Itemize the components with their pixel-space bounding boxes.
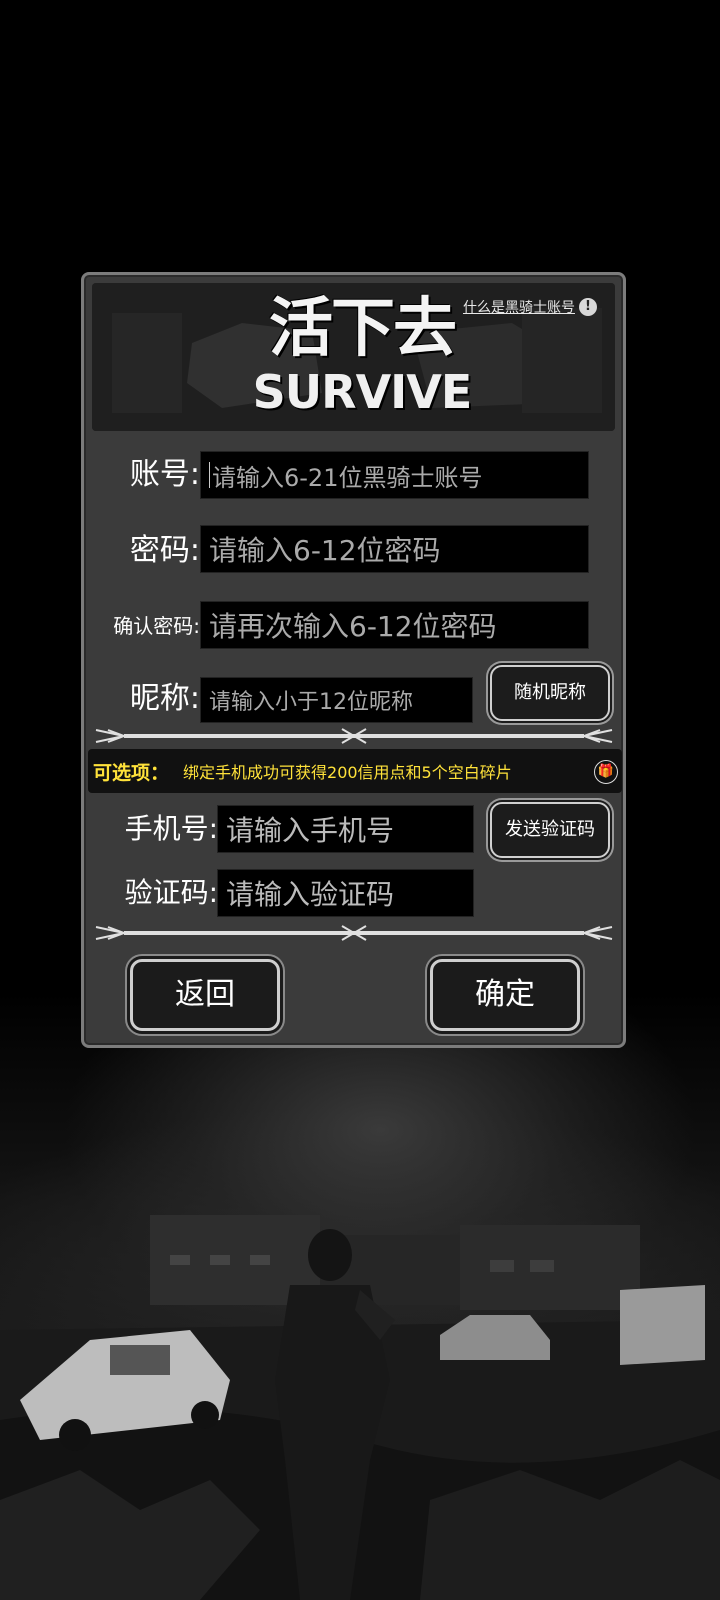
optional-bonus-bar: 可选项： 绑定手机成功可获得200信用点和5个空白碎片 🎁 xyxy=(88,749,622,793)
code-input[interactable]: 请输入验证码 xyxy=(217,869,474,917)
confirm-password-placeholder: 请再次输入6-12位密码 xyxy=(209,610,497,643)
random-nickname-button[interactable]: 随机昵称 xyxy=(490,665,610,721)
nickname-input[interactable]: 请输入小于12位昵称 xyxy=(200,677,473,723)
back-button[interactable]: 返回 xyxy=(130,959,280,1031)
nickname-label: 昵称: xyxy=(129,681,200,716)
what-is-account-link[interactable]: 什么是黑骑士账号 ! xyxy=(463,297,597,317)
logo-chinese: 活下去 xyxy=(269,291,457,366)
password-input[interactable]: 请输入6-12位密码 xyxy=(200,525,589,573)
password-placeholder: 请输入6-12位密码 xyxy=(209,534,441,567)
code-placeholder: 请输入验证码 xyxy=(226,878,395,911)
register-dialog: 活下去 SURVIVE 什么是黑骑士账号 ! 账号: 请输入6-21位黑骑士账号… xyxy=(81,272,626,1048)
confirm-button[interactable]: 确定 xyxy=(430,959,580,1031)
ornament-divider xyxy=(95,728,613,744)
confirm-password-label: 确认密码: xyxy=(113,614,200,638)
optional-title: 可选项： xyxy=(93,761,170,784)
send-code-button[interactable]: 发送验证码 xyxy=(490,802,610,858)
account-placeholder: 请输入6-21位黑骑士账号 xyxy=(212,463,483,492)
gift-icon[interactable]: 🎁 xyxy=(594,760,618,784)
optional-text: 绑定手机成功可获得200信用点和5个空白碎片 xyxy=(183,763,512,782)
phone-label: 手机号: xyxy=(124,812,218,845)
logo-english: SURVIVE xyxy=(252,365,473,419)
password-label: 密码: xyxy=(129,533,200,568)
account-input[interactable]: 请输入6-21位黑骑士账号 xyxy=(200,451,589,499)
confirm-password-input[interactable]: 请再次输入6-12位密码 xyxy=(200,601,589,649)
exclamation-icon: ! xyxy=(579,298,597,316)
text-caret xyxy=(209,462,210,488)
nickname-placeholder: 请输入小于12位昵称 xyxy=(209,690,413,715)
code-label: 验证码: xyxy=(124,876,218,909)
phone-input[interactable]: 请输入手机号 xyxy=(217,805,474,853)
account-label: 账号: xyxy=(129,457,200,492)
phone-placeholder: 请输入手机号 xyxy=(226,814,395,847)
game-banner: 活下去 SURVIVE 什么是黑骑士账号 ! xyxy=(92,283,615,431)
what-is-account-label: 什么是黑骑士账号 xyxy=(463,300,575,316)
ornament-divider xyxy=(95,925,613,941)
send-code-label: 发送验证码 xyxy=(505,819,595,840)
random-nickname-label: 随机昵称 xyxy=(514,682,586,703)
